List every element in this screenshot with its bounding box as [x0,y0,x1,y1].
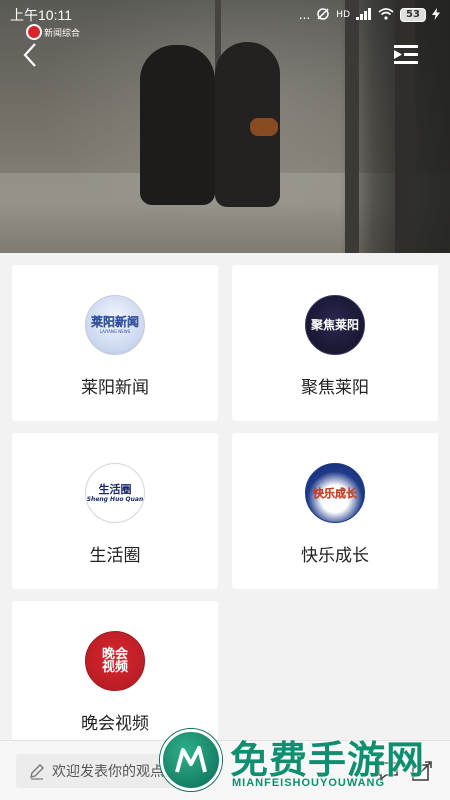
channel-logo: 新闻综合 [26,24,80,40]
video-bag [250,118,278,136]
life-circle-logo: 生活圈 Sheng Huo Quan [85,463,145,523]
status-icons: ... HD 53 [299,7,440,24]
chevron-left-icon [23,43,36,67]
notification-dots: ... [298,8,311,22]
pencil-icon [30,764,44,780]
channel-name: 新闻综合 [44,28,81,39]
comment-placeholder: 欢迎发表你的观点 [52,764,164,780]
video-trunk [395,0,415,253]
logo-subtext: 视频 [101,660,128,675]
laiyang-news-logo: 莱阳新闻 LAIYANG NEWS [85,295,145,355]
watermark-title: 免费手游网 [230,738,426,782]
happy-growth-logo: 快乐成长 [305,463,365,523]
channel-label: 生活圈 [89,546,141,566]
logo-text: 生活圈 [98,483,132,496]
video-figure [140,45,215,205]
watermark: 免费手游网 MIANFEISHOUYOUWANG [160,725,450,800]
back-button[interactable] [16,40,46,70]
hd-icon: HD [336,10,350,20]
channel-label: 莱阳新闻 [81,378,149,398]
logo-subtext: LAIYANG NEWS [99,329,131,334]
playlist-icon [394,45,418,64]
gala-video-logo: 晚会 视频 [85,631,145,691]
channel-label: 聚焦莱阳 [301,378,369,398]
video-trunk [345,0,359,253]
channel-card-happy-growth[interactable]: 快乐成长 快乐成长 [232,433,438,589]
logo-text: 快乐成长 [313,486,357,500]
wifi-icon [378,7,394,23]
channel-label: 快乐成长 [301,546,369,566]
channel-badge-icon [26,24,42,40]
alarm-off-icon [316,7,330,24]
channel-card-laiyang-news[interactable]: 莱阳新闻 LAIYANG NEWS 莱阳新闻 [12,265,218,421]
status-time: 上午10:11 [10,7,72,23]
logo-text: 聚焦莱阳 [310,317,359,332]
cell-signal-icon [356,7,372,23]
logo-subtext: Sheng Huo Quan [86,496,144,503]
watermark-logo-icon [160,729,222,791]
battery-icon: 53 [400,8,426,22]
channel-card-life-circle[interactable]: 生活圈 Sheng Huo Quan 生活圈 [12,433,218,589]
watermark-subtitle: MIANFEISHOUYOUWANG [232,777,386,789]
charging-icon [432,7,440,23]
logo-text: 莱阳新闻 [90,315,139,329]
channel-card-focus-laiyang[interactable]: 聚焦莱阳 聚焦莱阳 [232,265,438,421]
channel-label: 晚会视频 [81,714,149,734]
playlist-button[interactable] [392,42,420,68]
focus-laiyang-logo: 聚焦莱阳 [305,295,365,355]
